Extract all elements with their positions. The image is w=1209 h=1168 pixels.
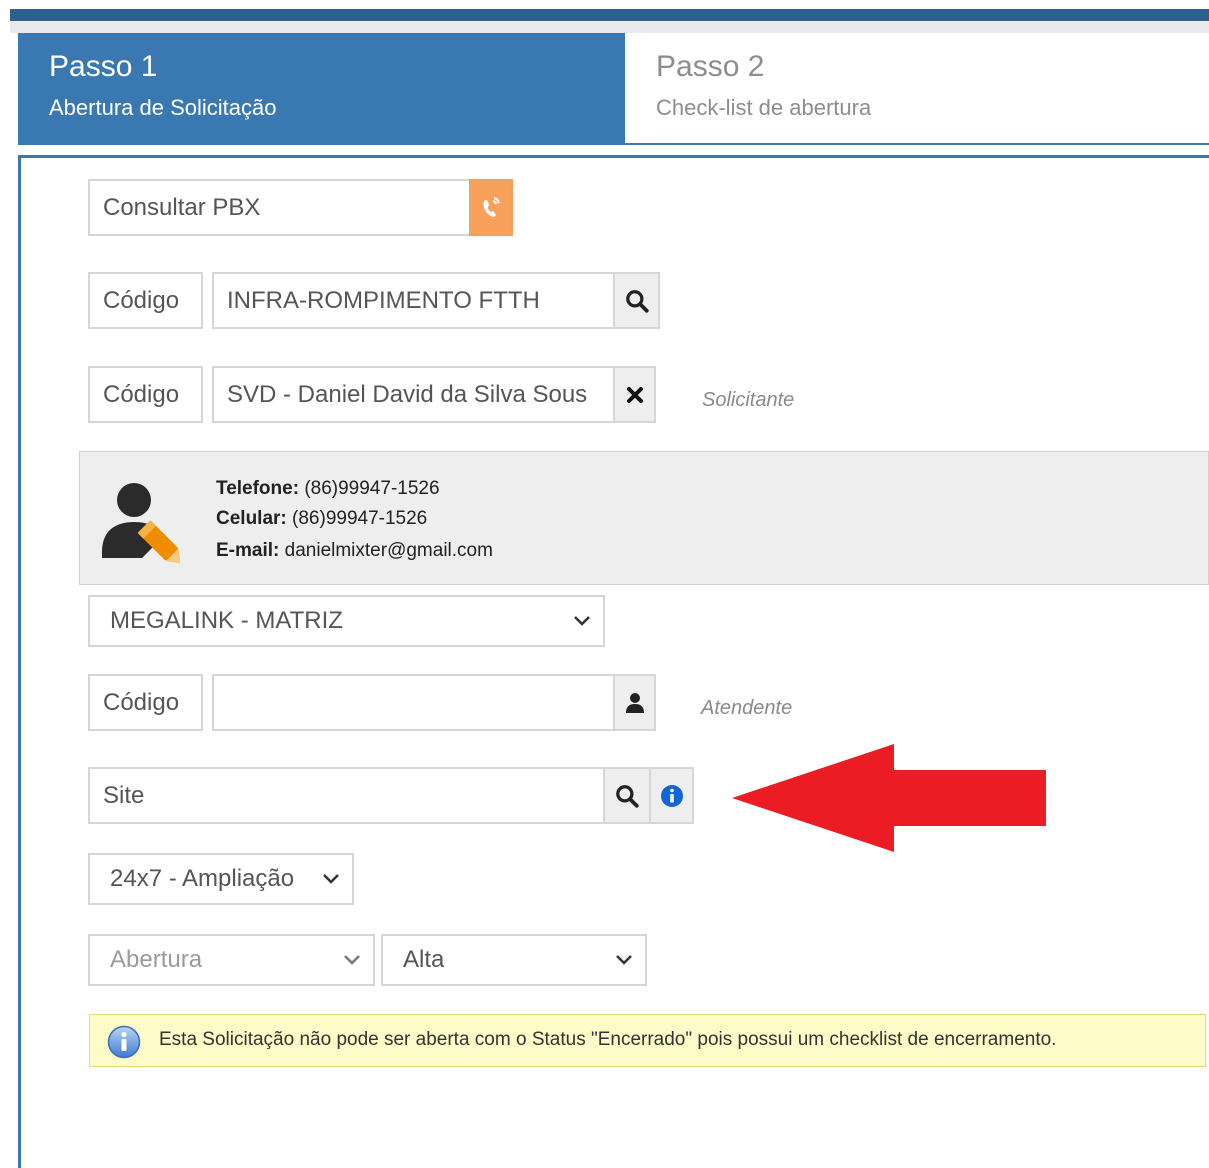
solicitante-code-field[interactable]: Código <box>88 366 203 423</box>
info-circle-icon <box>660 784 683 807</box>
search-icon <box>616 784 639 808</box>
chevron-down-icon <box>323 874 339 884</box>
tab-title: Passo 2 <box>656 50 765 83</box>
atendente-code-field[interactable]: Código <box>88 674 203 731</box>
fila-selected: 24x7 - Ampliação <box>110 865 295 892</box>
solicitante-field[interactable]: SVD - Daniel David da Silva Sous <box>212 366 615 423</box>
empresa-selected: MEGALINK - MATRIZ <box>110 607 343 634</box>
user-edit-icon[interactable] <box>98 478 180 568</box>
code-label: Código <box>103 688 180 716</box>
status-alert: Esta Solicitação não pode ser aberta com… <box>89 1014 1206 1067</box>
atendente-button[interactable] <box>613 674 656 731</box>
code-label: Código <box>103 380 180 408</box>
atendente-field[interactable] <box>212 674 615 731</box>
contact-mobile: Celular: (86)99947-1526 <box>216 508 428 529</box>
alert-message: Esta Solicitação não pode ser aberta com… <box>159 1029 1057 1050</box>
solicitante-label: Solicitante <box>702 389 795 411</box>
tab-passo-1[interactable]: Passo 1 Abertura de Solicitação <box>18 33 625 145</box>
servico-code-field[interactable]: Código <box>88 272 203 329</box>
empresa-select[interactable]: MEGALINK - MATRIZ <box>88 595 605 647</box>
site-placeholder: Site <box>103 781 145 809</box>
pbx-label: Consultar PBX <box>103 193 261 221</box>
servico-value: INFRA-ROMPIMENTO FTTH <box>227 286 540 314</box>
pbx-input[interactable]: Consultar PBX <box>88 179 471 236</box>
annotation-arrow <box>732 744 1046 852</box>
top-bar <box>10 9 1209 21</box>
prioridade-select[interactable]: Alta <box>381 934 647 986</box>
info-icon <box>107 1025 141 1059</box>
contact-email: E-mail: danielmixter@gmail.com <box>216 540 493 561</box>
status-selected: Abertura <box>110 946 203 973</box>
solicitante-value: SVD - Daniel David da Silva Sous <box>227 380 588 408</box>
atendente-label: Atendente <box>701 697 793 719</box>
top-bar-shadow <box>10 21 1209 33</box>
site-search-button[interactable] <box>603 767 651 824</box>
chevron-down-icon <box>616 955 632 965</box>
contact-phone: Telefone: (86)99947-1526 <box>216 478 440 499</box>
prioridade-selected: Alta <box>403 946 445 973</box>
contact-card: Telefone: (86)99947-1526 Celular: (86)99… <box>79 451 1209 585</box>
chevron-down-icon <box>574 616 590 626</box>
phone-ring-icon <box>483 196 500 217</box>
chevron-down-icon <box>344 955 360 965</box>
fila-select[interactable]: 24x7 - Ampliação <box>88 853 354 905</box>
tab-title: Passo 1 <box>49 50 158 83</box>
servico-search-button[interactable] <box>613 272 660 329</box>
solicitante-clear-button[interactable] <box>613 366 656 423</box>
code-label: Código <box>103 286 180 314</box>
site-info-button[interactable] <box>649 767 694 824</box>
pbx-button[interactable] <box>469 179 513 236</box>
site-input[interactable]: Site <box>88 767 606 824</box>
tab-subtitle: Abertura de Solicitação <box>49 95 277 120</box>
tab-passo-2[interactable]: Passo 2 Check-list de abertura <box>625 33 1209 145</box>
tab-subtitle: Check-list de abertura <box>656 95 872 120</box>
servico-field[interactable]: INFRA-ROMPIMENTO FTTH <box>212 272 615 329</box>
close-icon <box>626 386 643 403</box>
search-icon <box>625 289 649 313</box>
status-select[interactable]: Abertura <box>88 934 375 986</box>
user-icon <box>625 692 644 713</box>
